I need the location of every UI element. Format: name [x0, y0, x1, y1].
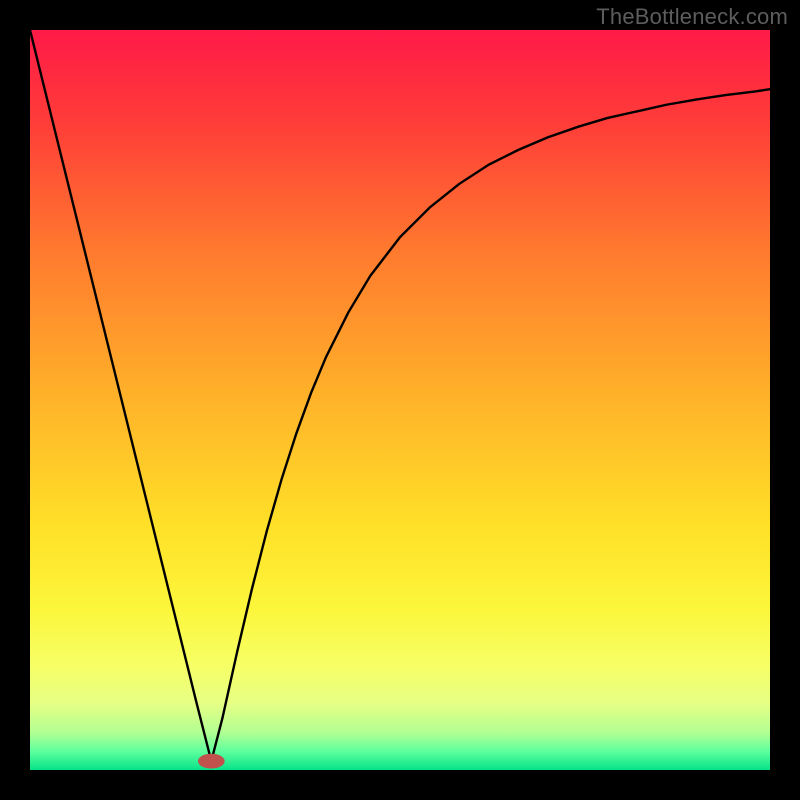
optimal-point-marker	[198, 754, 225, 769]
bottleneck-chart	[30, 30, 770, 770]
gradient-background	[30, 30, 770, 770]
chart-frame	[30, 30, 770, 770]
watermark-text: TheBottleneck.com	[596, 4, 788, 30]
